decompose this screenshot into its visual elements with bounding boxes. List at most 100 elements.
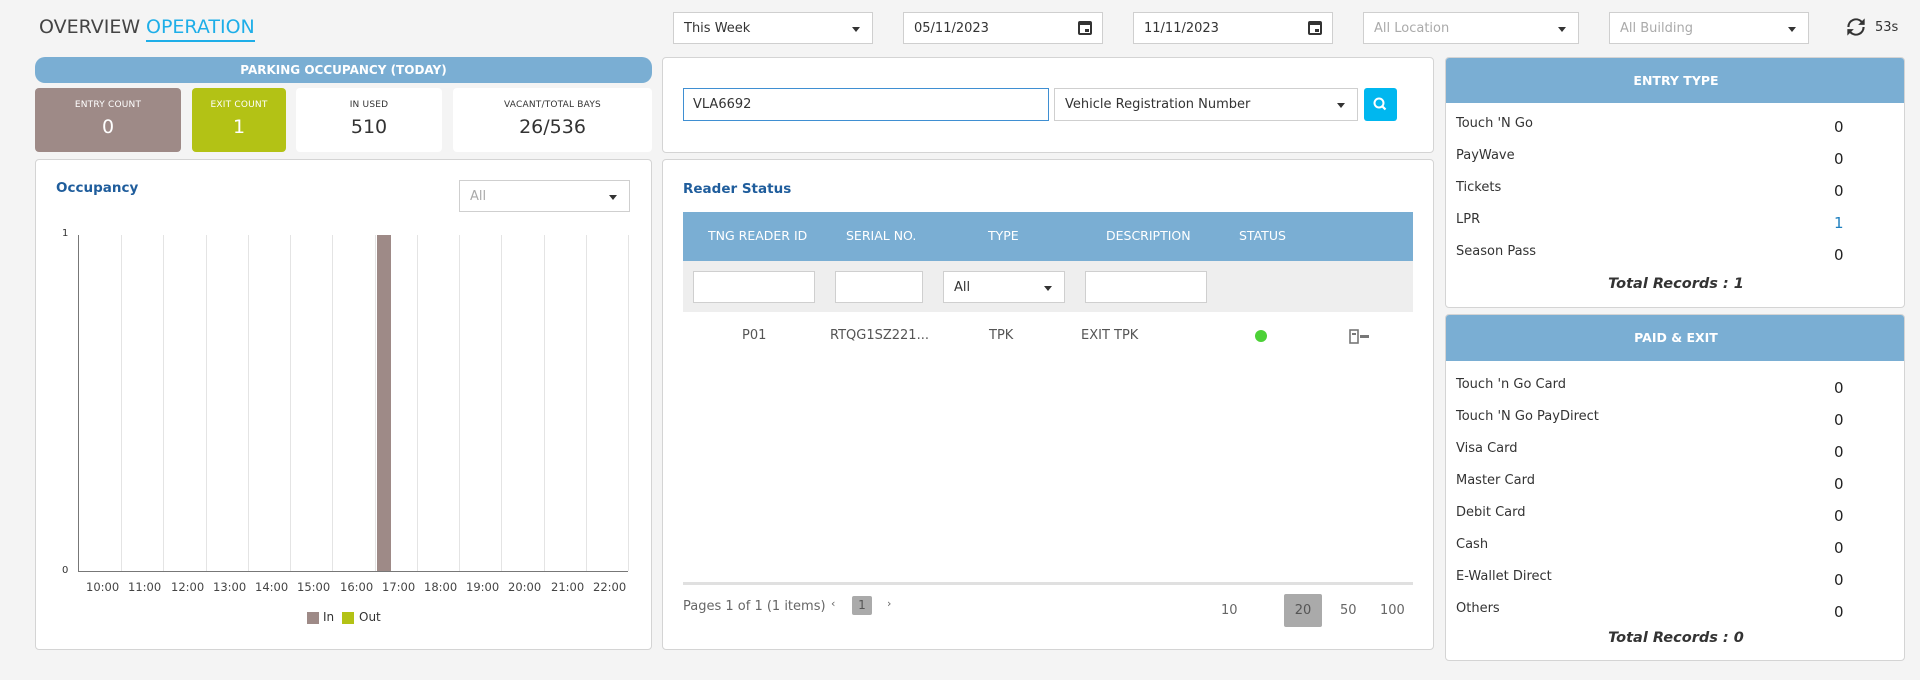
list-item-label: Season Pass [1456,244,1537,259]
vacant-card: VACANT/TOTAL BAYS 26/536 [453,88,652,152]
list-item: Touch 'N Go PayDirect 0 [1456,409,1894,429]
list-item-value: 0 [1834,443,1844,461]
serial-no-cell: RTQG1SZ221... [830,328,929,343]
reader-table: TNG READER ID SERIAL NO. TYPE DESCRIPTIO… [683,212,1413,585]
x-tick-label: 17:00 [382,580,416,594]
grid-line [375,235,376,571]
search-icon [1373,97,1387,111]
entry-count-value: 0 [101,116,115,138]
in-used-label: IN USED [349,100,389,110]
list-item-value: 0 [1834,182,1844,200]
page-size-20[interactable]: 20 [1284,594,1322,627]
column-header-type[interactable]: TYPE [988,228,1019,243]
reader-detail-icon[interactable] [1349,329,1371,345]
tab-overview[interactable]: OVERVIEW [39,16,140,38]
entry-count-label: ENTRY COUNT [74,100,142,110]
date-from-value: 05/11/2023 [914,20,989,36]
page-number-button[interactable]: 1 [852,596,872,615]
paid-exit-panel: PAID & EXIT Touch 'n Go Card 0 Touch 'N Go… [1445,314,1905,661]
list-item-label: Tickets [1456,180,1502,195]
grid-line [248,235,249,571]
type-cell: TPK [989,328,1014,343]
x-tick-label: 21:00 [551,580,585,594]
bar-in-1700[interactable] [377,235,391,571]
page-size-100[interactable]: 100 [1380,603,1405,618]
list-item-label: Touch 'n Go Card [1456,377,1566,392]
calendar-icon[interactable] [1308,21,1322,35]
y-axis [78,235,79,571]
column-header-description[interactable]: DESCRIPTION [1106,228,1191,243]
list-item-label: Visa Card [1456,441,1518,456]
grid-line [459,235,460,571]
list-item: Tickets 0 [1456,180,1894,200]
tab-operation[interactable]: OPERATION [146,16,255,42]
search-button[interactable] [1364,88,1397,121]
column-header-status[interactable]: STATUS [1239,228,1286,243]
next-page-button[interactable]: › [887,597,891,610]
occupancy-title: Occupancy [56,180,139,196]
x-tick-label: 10:00 [86,580,120,594]
list-item-value: 0 [1834,246,1844,264]
description-cell: EXIT TPK [1081,328,1139,343]
building-select[interactable]: All Building [1609,12,1809,44]
list-item-value: 0 [1834,603,1844,621]
exit-count-value: 1 [232,116,246,138]
list-item: Touch 'n Go Card 0 [1456,377,1894,397]
legend-swatch-out [342,612,354,624]
legend-label-in: In [323,610,335,624]
list-item-value: 0 [1834,379,1844,397]
list-item: Others 0 [1456,601,1894,621]
legend-swatch-in [307,612,319,624]
page-size-50[interactable]: 50 [1340,603,1357,618]
grid-line [501,235,502,571]
page-size-10[interactable]: 10 [1221,603,1238,618]
location-placeholder: All Location [1374,20,1450,36]
grid-line [628,235,629,571]
chevron-down-icon [852,27,860,32]
exit-count-label: EXIT COUNT [210,100,268,110]
grid-line [163,235,164,571]
type-filter-select[interactable]: All [943,271,1065,303]
table-divider [683,582,1413,585]
column-header-serial-no[interactable]: SERIAL NO. [846,228,916,243]
calendar-icon[interactable] [1078,21,1092,35]
type-filter-value: All [954,279,971,295]
date-to-value: 11/11/2023 [1144,20,1219,36]
x-tick-label: 19:00 [466,580,500,594]
list-item: Master Card 0 [1456,473,1894,493]
serial-no-filter-input[interactable] [835,271,923,303]
chevron-down-icon [1044,286,1052,291]
list-item-value: 0 [1834,475,1844,493]
column-header-reader-id[interactable]: TNG READER ID [708,228,807,243]
list-item: E-Wallet Direct 0 [1456,569,1894,589]
period-value: This Week [684,20,751,36]
status-indicator [1255,330,1267,342]
prev-page-button[interactable]: ‹ [831,597,835,610]
description-filter-input[interactable] [1085,271,1207,303]
vehicle-search-input[interactable]: VLA6692 [683,88,1049,121]
list-item-label: Touch 'N Go [1456,116,1533,131]
occupancy-filter-select[interactable]: All [459,180,630,212]
refresh-countdown: 53s [1875,20,1899,35]
reader-id-filter-input[interactable] [693,271,815,303]
list-item-value: 0 [1834,539,1844,557]
list-item: Visa Card 0 [1456,441,1894,461]
search-type-select[interactable]: Vehicle Registration Number [1054,88,1358,121]
date-from-input[interactable]: 05/11/2023 [903,12,1103,44]
refresh-button[interactable] [1843,14,1871,42]
in-used-card: IN USED 510 [296,88,442,152]
entry-type-total: Total Records : 1 [1608,276,1744,292]
period-select[interactable]: This Week [673,12,873,44]
y-tick-label: 0 [62,565,69,576]
x-tick-label: 14:00 [255,580,289,594]
date-to-input[interactable]: 11/11/2023 [1133,12,1333,44]
grid-line [544,235,545,571]
chevron-down-icon [609,195,617,200]
paid-exit-title: PAID & EXIT [1446,315,1904,361]
x-tick-label: 15:00 [297,580,331,594]
grid-line [290,235,291,571]
location-select[interactable]: All Location [1363,12,1579,44]
in-used-value: 510 [350,116,388,138]
grid-line [206,235,207,571]
x-tick-label: 22:00 [593,580,627,594]
